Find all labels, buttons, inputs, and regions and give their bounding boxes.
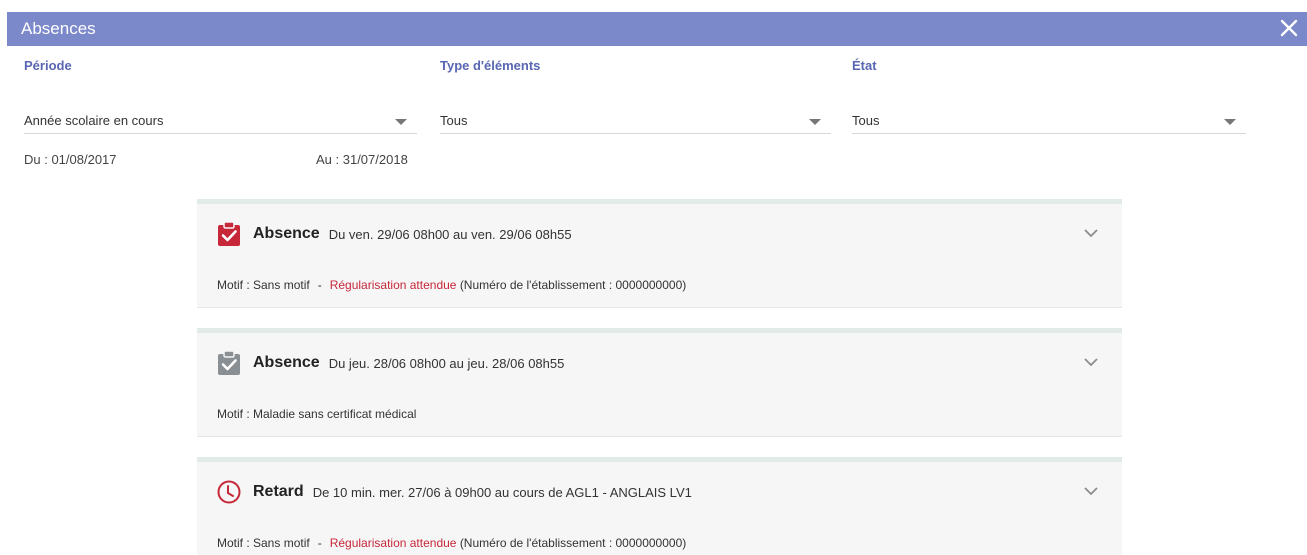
clipboard-check-red-icon [218,222,240,246]
item-kind: Retard [253,483,304,500]
filter-type-label: Type d'éléments [440,58,541,73]
item-motif: Motif : Sans motif [217,536,310,550]
close-icon[interactable] [1277,16,1301,40]
date-to: Au : 31/07/2018 [316,152,408,167]
item-when: Du ven. 29/06 08h00 au ven. 29/06 08h55 [328,226,572,242]
item-when: Du jeu. 28/06 08h00 au jeu. 28/06 08h55 [328,355,565,371]
item-motif-line: Motif : Sans motif - Régularisation attend… [217,278,686,292]
chevron-down-icon[interactable] [1084,228,1098,238]
item-kind: Absence [253,225,320,242]
absence-card[interactable]: Absence Du ven. 29/06 08h00 au ven. 29/0… [197,199,1122,308]
item-motif-line: Motif : Sans motif - Régularisation attend… [217,536,686,550]
window-titlebar: Absences [7,12,1307,46]
card-header: Retard De 10 min. mer. 27/06 à 09h00 au … [217,480,692,504]
type-select[interactable]: Tous [440,108,831,134]
motif-separator: - [317,536,322,550]
filter-type: Type d'éléments [440,58,830,78]
etat-select[interactable]: Tous [852,108,1246,134]
etat-select-value: Tous [852,113,880,128]
regularisation-link[interactable]: Régularisation attendue [330,536,457,550]
motif-separator: - [317,278,322,292]
filters-panel: Période Année scolaire en cours Type d'é… [24,58,1264,178]
filter-periode-label: Période [24,58,72,73]
regularisation-link[interactable]: Régularisation attendue [330,278,457,292]
window-title: Absences [21,19,96,38]
type-select-value: Tous [440,113,468,128]
clock-red-icon [217,480,241,504]
item-motif: Motif : Maladie sans certificat médical [217,407,417,421]
filter-etat-label: État [852,58,877,73]
item-note: (Numéro de l'établissement : 0000000000) [459,536,687,550]
retard-card[interactable]: Retard De 10 min. mer. 27/06 à 09h00 au … [197,457,1122,555]
periode-select[interactable]: Année scolaire en cours [24,108,417,134]
item-motif: Motif : Sans motif [217,278,310,292]
chevron-down-icon [395,119,407,125]
chevron-down-icon [1224,119,1236,125]
chevron-down-icon[interactable] [1084,486,1098,496]
date-from: Du : 01/08/2017 [24,152,117,167]
item-when: De 10 min. mer. 27/06 à 09h00 au cours d… [312,484,692,500]
item-note: (Numéro de l'établissement : 0000000000) [459,278,687,292]
chevron-down-icon [809,119,821,125]
periode-select-value: Année scolaire en cours [24,113,164,128]
filter-etat: État [852,58,1242,78]
card-header: Absence Du ven. 29/06 08h00 au ven. 29/0… [217,222,572,246]
absence-card[interactable]: Absence Du jeu. 28/06 08h00 au jeu. 28/0… [197,328,1122,437]
item-motif-line: Motif : Maladie sans certificat médical [217,407,416,421]
chevron-down-icon[interactable] [1084,357,1098,367]
filter-periode: Période [24,58,414,78]
item-kind: Absence [253,354,320,371]
clipboard-check-gray-icon [218,351,240,375]
card-header: Absence Du jeu. 28/06 08h00 au jeu. 28/0… [217,351,564,375]
